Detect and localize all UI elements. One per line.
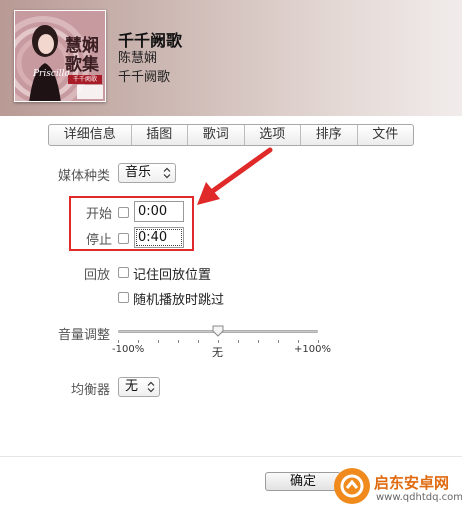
- tab-artwork[interactable]: 插图: [130, 125, 188, 145]
- media-kind-select[interactable]: 音乐: [118, 163, 176, 183]
- media-kind-label: 媒体种类: [57, 169, 110, 184]
- volume-tick: [158, 340, 159, 343]
- volume-tick: [218, 340, 219, 343]
- skip-shuffle-checkbox[interactable]: [118, 292, 129, 303]
- album-artwork: 慧娴歌集 Priscilla 千千阙歌: [14, 10, 106, 102]
- song-header: 慧娴歌集 Priscilla 千千阙歌 千千阙歌 陈慧娴 千千阙歌: [0, 0, 462, 116]
- artwork-script: Priscilla: [33, 69, 70, 79]
- tab-sorting[interactable]: 排序: [300, 125, 357, 145]
- remember-position-checkbox[interactable]: [118, 267, 129, 278]
- tab-details[interactable]: 详细信息: [49, 125, 131, 145]
- song-album: 千千阙歌: [118, 70, 171, 85]
- ok-button[interactable]: 确定: [265, 472, 341, 491]
- volume-mid-label: 无: [212, 346, 223, 359]
- equalizer-select[interactable]: 无: [118, 377, 160, 397]
- volume-slider-thumb[interactable]: [212, 325, 224, 337]
- volume-tick: [178, 340, 179, 343]
- song-artist: 陈慧娴: [118, 51, 158, 66]
- volume-tick: [198, 340, 199, 343]
- volume-tick: [298, 340, 299, 343]
- volume-label: 音量调整: [57, 328, 110, 343]
- media-kind-value: 音乐: [125, 165, 152, 180]
- artwork-label: 千千阙歌: [68, 75, 102, 84]
- tab-options[interactable]: 选项: [243, 125, 301, 145]
- tab-file[interactable]: 文件: [356, 125, 414, 145]
- info-tab-bar: 详细信息 插图 歌词 选项 排序 文件: [48, 124, 414, 146]
- remember-position-label: 记住回放位置: [133, 268, 212, 283]
- volume-tick: [138, 340, 139, 343]
- volume-tick: [238, 340, 239, 343]
- watermark-url: www.qdhtdq.com: [376, 492, 462, 503]
- equalizer-value: 无: [125, 379, 139, 394]
- volume-tick: [278, 340, 279, 343]
- annotation-highlight-box: [69, 196, 194, 251]
- watermark-logo-icon: [334, 468, 370, 504]
- volume-tick: [318, 340, 319, 343]
- volume-tick: [258, 340, 259, 343]
- watermark-name: 启东安卓网: [374, 474, 450, 492]
- skip-shuffle-label: 随机播放时跳过: [133, 293, 225, 308]
- volume-tick: [118, 340, 119, 343]
- updown-chevron-icon: [163, 167, 171, 179]
- watermark: 启东安卓网 www.qdhtdq.com: [334, 464, 462, 512]
- playback-label: 回放: [83, 268, 110, 283]
- volume-max-label: +100%: [294, 344, 331, 355]
- updown-chevron-icon: [147, 381, 155, 393]
- footer-divider: [0, 456, 462, 457]
- tab-lyrics[interactable]: 歌词: [187, 125, 244, 145]
- equalizer-label: 均衡器: [70, 383, 110, 398]
- volume-min-label: -100%: [112, 344, 145, 355]
